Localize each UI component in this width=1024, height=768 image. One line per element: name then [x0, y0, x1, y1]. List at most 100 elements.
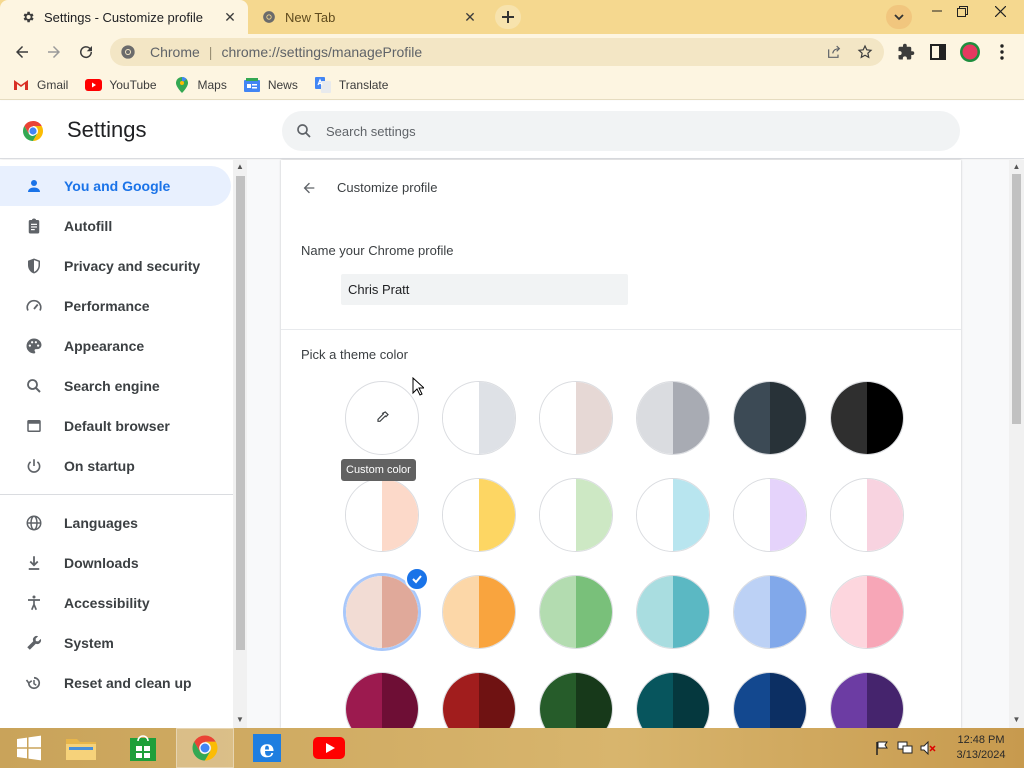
custom-color-swatch[interactable] — [345, 381, 419, 455]
theme-color-swatch[interactable] — [830, 381, 904, 455]
tab-settings[interactable]: Settings - Customize profile ✕ — [0, 0, 248, 34]
bookmark-star-icon[interactable] — [853, 40, 877, 64]
forward-button[interactable] — [42, 40, 66, 64]
theme-color-swatch[interactable] — [539, 478, 613, 552]
file-explorer-icon[interactable] — [52, 728, 110, 768]
bookmark-gmail[interactable]: Gmail — [12, 77, 68, 93]
sidebar-item-default-browser[interactable]: Default browser — [0, 406, 233, 446]
restore-button[interactable] — [950, 2, 974, 20]
theme-color-swatch[interactable] — [733, 381, 807, 455]
sidebar-item-performance[interactable]: Performance — [0, 286, 233, 326]
section-divider — [281, 329, 961, 330]
theme-color-swatch[interactable] — [733, 672, 807, 728]
theme-color-swatch[interactable] — [636, 575, 710, 649]
tab-new-tab[interactable]: New Tab ✕ — [250, 0, 488, 34]
theme-color-swatch[interactable] — [539, 575, 613, 649]
swatch-left-half — [734, 382, 770, 454]
swatch-left-half — [540, 673, 576, 728]
theme-color-swatch[interactable] — [442, 381, 516, 455]
side-panel-icon[interactable] — [926, 40, 950, 64]
store-icon[interactable] — [114, 728, 172, 768]
menu-kebab-icon[interactable] — [990, 40, 1014, 64]
start-button[interactable] — [0, 728, 58, 768]
scrollbar-thumb[interactable] — [236, 176, 245, 650]
tab-strip: Settings - Customize profile ✕ New Tab ✕ — [0, 0, 1024, 34]
network-icon[interactable] — [897, 740, 913, 756]
chrome-icon — [262, 10, 276, 24]
close-window-button[interactable] — [988, 2, 1012, 20]
clock-time: 12:48 PM — [957, 734, 1005, 746]
tab-search-button[interactable] — [886, 5, 912, 29]
theme-color-swatch[interactable] — [830, 672, 904, 728]
scrollbar-thumb[interactable] — [1012, 174, 1021, 424]
close-tab-icon[interactable]: ✕ — [222, 9, 238, 25]
theme-color-swatch[interactable] — [636, 381, 710, 455]
theme-color-swatch[interactable] — [345, 478, 419, 552]
sidebar-item-autofill[interactable]: Autofill — [0, 206, 233, 246]
youtube-icon — [84, 77, 102, 93]
speedometer-icon — [24, 296, 44, 316]
sidebar-item-downloads[interactable]: Downloads — [0, 543, 233, 583]
theme-color-swatch[interactable] — [733, 575, 807, 649]
scroll-up-arrow-icon[interactable]: ▲ — [1011, 162, 1022, 171]
theme-color-swatch[interactable] — [636, 478, 710, 552]
swatch-left-half — [637, 673, 673, 728]
theme-color-swatch[interactable] — [345, 672, 419, 728]
back-arrow-icon[interactable] — [297, 176, 321, 200]
theme-color-swatch[interactable] — [636, 672, 710, 728]
new-tab-button[interactable] — [495, 5, 521, 29]
volume-muted-icon[interactable] — [920, 740, 936, 756]
minimize-button[interactable] — [925, 2, 949, 20]
clock-date: 3/13/2024 — [956, 749, 1006, 761]
settings-search[interactable] — [282, 111, 960, 151]
scroll-down-arrow-icon[interactable]: ▼ — [1011, 715, 1022, 724]
globe-icon — [24, 513, 44, 533]
url-text[interactable]: chrome://settings/manageProfile — [221, 44, 822, 60]
close-tab-icon[interactable]: ✕ — [462, 9, 478, 25]
scroll-down-arrow-icon[interactable]: ▼ — [235, 715, 245, 724]
chrome-taskbar-icon[interactable] — [176, 728, 234, 768]
theme-color-swatch[interactable] — [539, 381, 613, 455]
bookmark-translate[interactable]: Translate — [314, 76, 388, 93]
system-clock[interactable]: 12:48 PM 3/13/2024 — [944, 733, 1018, 763]
extensions-icon[interactable] — [894, 40, 918, 64]
profile-avatar[interactable] — [958, 40, 982, 64]
sidebar-item-on-startup[interactable]: On startup — [0, 446, 233, 486]
main-scrollbar[interactable]: ▲ ▼ — [1009, 160, 1024, 728]
sidebar-item-system[interactable]: System — [0, 623, 233, 663]
sidebar-item-label: Downloads — [64, 555, 139, 571]
theme-color-swatch[interactable] — [442, 672, 516, 728]
address-bar[interactable]: Chrome | chrome://settings/manageProfile — [110, 38, 884, 66]
sidebar-item-label: Autofill — [64, 218, 113, 234]
bookmark-label: Maps — [197, 77, 227, 92]
sidebar-scrollbar[interactable]: ▲ ▼ — [233, 160, 247, 728]
sidebar-item-reset-and-clean-up[interactable]: Reset and clean up — [0, 663, 233, 703]
sidebar-item-you-and-google[interactable]: You and Google — [0, 166, 231, 206]
theme-color-swatch[interactable] — [733, 478, 807, 552]
reload-button[interactable] — [74, 40, 98, 64]
theme-color-swatch[interactable] — [442, 478, 516, 552]
back-button[interactable] — [10, 40, 34, 64]
bookmark-maps[interactable]: Maps — [173, 76, 227, 93]
theme-color-swatch[interactable] — [442, 575, 516, 649]
scroll-up-arrow-icon[interactable]: ▲ — [235, 162, 245, 171]
share-icon[interactable] — [822, 40, 846, 64]
profile-name-input[interactable] — [341, 274, 628, 305]
bookmark-youtube[interactable]: YouTube — [84, 77, 157, 93]
theme-color-swatch[interactable] — [830, 575, 904, 649]
theme-color-swatch[interactable] — [539, 672, 613, 728]
eyedropper-icon — [377, 411, 389, 422]
sidebar-item-languages[interactable]: Languages — [0, 503, 233, 543]
sidebar-item-accessibility[interactable]: Accessibility — [0, 583, 233, 623]
sidebar-item-search-engine[interactable]: Search engine — [0, 366, 233, 406]
swatch-left-half — [540, 576, 576, 648]
sidebar-item-privacy-and-security[interactable]: Privacy and security — [0, 246, 233, 286]
internet-explorer-icon[interactable]: e — [238, 728, 296, 768]
bookmark-news[interactable]: News — [243, 77, 298, 93]
theme-color-swatch[interactable] — [830, 478, 904, 552]
swatch-left-half — [734, 479, 770, 551]
sidebar-item-appearance[interactable]: Appearance — [0, 326, 233, 366]
action-center-flag-icon[interactable] — [874, 740, 890, 756]
search-input[interactable] — [326, 123, 926, 139]
youtube-taskbar-icon[interactable] — [300, 728, 358, 768]
